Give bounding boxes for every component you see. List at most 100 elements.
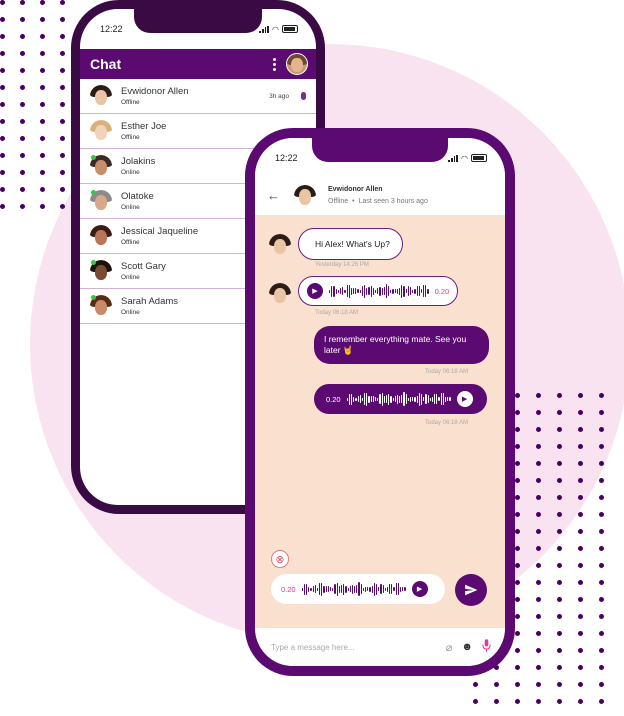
decorative-dot <box>60 153 65 158</box>
conversation-screen: 12:22 ◠ ← Evwidonor Allen Offline • Last s… <box>255 138 505 666</box>
decorative-dot <box>578 563 583 568</box>
decorative-dot <box>515 631 520 636</box>
online-indicator <box>91 190 96 195</box>
decorative-dot <box>494 699 499 704</box>
decorative-dot <box>0 187 5 192</box>
arrow-left-icon[interactable]: ← <box>267 188 280 203</box>
status-icons: ◠ <box>259 25 298 34</box>
decorative-dot <box>0 51 5 56</box>
decorative-dot <box>536 427 541 432</box>
decorative-dot <box>515 580 520 585</box>
decorative-dot <box>578 699 583 704</box>
incoming-text-message: Hi Alex! What's Up? <box>269 228 403 260</box>
close-circle-icon[interactable]: ⊗ <box>271 550 289 568</box>
profile-avatar[interactable] <box>286 53 308 75</box>
decorative-dot <box>536 393 541 398</box>
outgoing-voice-message: 0.20 ▶ <box>314 384 487 414</box>
decorative-dot <box>578 546 583 551</box>
microphone-icon <box>301 92 306 100</box>
decorative-dot <box>557 427 562 432</box>
decorative-dot <box>0 102 5 107</box>
decorative-dot <box>557 682 562 687</box>
decorative-dot <box>536 529 541 534</box>
decorative-dot <box>20 153 25 158</box>
message-timestamp: Today 06:18 AM <box>315 310 359 316</box>
decorative-dot <box>0 119 5 124</box>
decorative-dot <box>536 580 541 585</box>
decorative-dot <box>60 51 65 56</box>
decorative-dot <box>494 682 499 687</box>
outgoing-text-message: I remember everything mate. See you late… <box>314 326 489 364</box>
decorative-dot <box>599 546 604 551</box>
decorative-dot <box>20 17 25 22</box>
decorative-dot <box>20 102 25 107</box>
contact-name: Evwidonor Allen <box>328 186 383 193</box>
emoji-icon[interactable]: ☻ <box>461 641 473 653</box>
decorative-dot <box>599 614 604 619</box>
waveform <box>346 392 451 406</box>
decorative-dot <box>599 444 604 449</box>
paperclip-icon[interactable]: ⌀ <box>446 641 453 654</box>
decorative-dot <box>20 68 25 73</box>
incoming-voice-message: ▶ 0.20 <box>269 276 458 306</box>
decorative-dot <box>515 665 520 670</box>
waveform <box>301 582 406 596</box>
dot-pattern-top-left <box>0 0 80 221</box>
online-indicator <box>91 295 96 300</box>
decorative-dot <box>557 393 562 398</box>
decorative-dot <box>578 495 583 500</box>
decorative-dot <box>536 699 541 704</box>
decorative-dot <box>578 444 583 449</box>
message-input[interactable]: Type a message here... <box>271 643 437 652</box>
decorative-dot <box>20 34 25 39</box>
decorative-dot <box>40 34 45 39</box>
decorative-dot <box>0 136 5 141</box>
decorative-dot <box>557 597 562 602</box>
decorative-dot <box>599 563 604 568</box>
play-icon[interactable]: ▶ <box>411 581 428 597</box>
decorative-dot <box>557 648 562 653</box>
conversation-phone: 12:22 ◠ ← Evwidonor Allen Offline • Last s… <box>245 128 515 676</box>
decorative-dot <box>40 85 45 90</box>
microphone-icon[interactable] <box>482 639 491 655</box>
decorative-dot <box>599 648 604 653</box>
signal-icon <box>259 25 270 33</box>
decorative-dot <box>515 682 520 687</box>
decorative-dot <box>536 495 541 500</box>
last-seen: Last seen 3 hours ago <box>358 198 428 205</box>
decorative-dot <box>60 17 65 22</box>
decorative-dot <box>40 17 45 22</box>
decorative-dot <box>0 17 5 22</box>
decorative-dot <box>557 563 562 568</box>
play-icon[interactable]: ▶ <box>307 283 323 299</box>
decorative-dot <box>60 102 65 107</box>
decorative-dot <box>515 410 520 415</box>
decorative-dot <box>60 119 65 124</box>
decorative-dot <box>40 119 45 124</box>
decorative-dot <box>473 699 478 704</box>
decorative-dot <box>473 682 478 687</box>
waveform <box>329 284 429 298</box>
decorative-dot <box>20 0 25 5</box>
decorative-dot <box>515 478 520 483</box>
decorative-dot <box>536 410 541 415</box>
sender-avatar <box>269 234 291 256</box>
decorative-dot <box>557 495 562 500</box>
decorative-dot <box>0 204 5 209</box>
presence-status: Offline <box>328 198 349 205</box>
decorative-dot <box>578 648 583 653</box>
message-timestamp: Today 06:18 AM <box>425 420 469 426</box>
decorative-dot <box>0 153 5 158</box>
send-icon[interactable] <box>455 574 487 606</box>
decorative-dot <box>578 427 583 432</box>
message-text: Hi Alex! What's Up? <box>315 239 390 249</box>
contact-avatar[interactable] <box>294 184 316 207</box>
play-icon[interactable]: ▶ <box>456 391 473 407</box>
online-indicator <box>91 260 96 265</box>
contact-avatar <box>90 85 112 107</box>
contact-row[interactable]: Evwidonor Allen Offline 3h ago <box>80 79 316 114</box>
decorative-dot <box>557 444 562 449</box>
decorative-dot <box>599 597 604 602</box>
decorative-dot <box>536 631 541 636</box>
more-options-icon[interactable] <box>273 57 276 71</box>
